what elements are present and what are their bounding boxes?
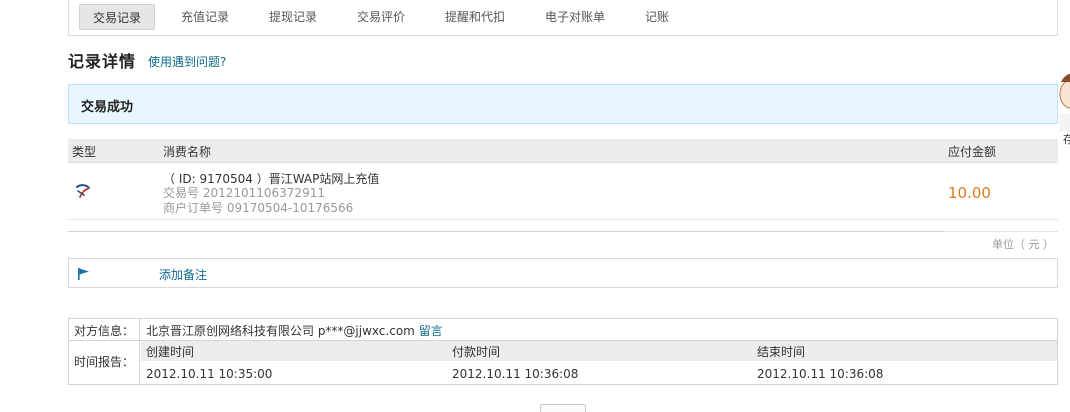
tab-trade-records[interactable]: 交易记录 bbox=[79, 4, 155, 30]
counterparty-text: 北京晋江原创网络科技有限公司 p***@jjwxc.com bbox=[146, 324, 415, 338]
tab-withdraw-records[interactable]: 提现记录 bbox=[255, 4, 331, 30]
created-time-value: 2012.10.11 10:35:00 bbox=[146, 367, 273, 381]
top-tab-bar: 交易记录 充值记录 提现记录 交易评价 提醒和代扣 电子对账单 记账 bbox=[68, 0, 1058, 36]
end-time-header: 结束时间 bbox=[757, 345, 806, 359]
paid-time-header: 付款时间 bbox=[452, 345, 501, 359]
created-time-header: 创建时间 bbox=[146, 345, 195, 359]
payment-swoosh-icon bbox=[76, 184, 90, 198]
merchant-order-number: 商户订单号 09170504-10176566 bbox=[163, 201, 354, 215]
header-amount: 应付金额 bbox=[948, 145, 997, 159]
side-label[interactable]: 存 bbox=[1063, 131, 1070, 147]
bottom-button[interactable] bbox=[540, 404, 586, 412]
counterparty-label: 对方信息： bbox=[74, 324, 135, 338]
amount-value: 10.00 bbox=[948, 184, 991, 202]
counterparty-value: 北京晋江原创网络科技有限公司 p***@jjwxc.com 留言 bbox=[146, 322, 443, 339]
time-header-row: 创建时间 付款时间 结束时间 bbox=[141, 341, 1057, 361]
table-row: （ ID: 9170504 ）晋江WAP站网上充值 交易号 2012101106… bbox=[68, 164, 1058, 220]
tab-reminders-deductions[interactable]: 提醒和代扣 bbox=[431, 4, 519, 30]
flag-icon bbox=[78, 268, 89, 280]
info-table: 对方信息： 北京晋江原创网络科技有限公司 p***@jjwxc.com 留言 时… bbox=[68, 318, 1058, 385]
note-box: 添加备注 bbox=[68, 258, 1058, 288]
tab-e-statement[interactable]: 电子对账单 bbox=[531, 4, 619, 30]
paid-time-value: 2012.10.11 10:36:08 bbox=[452, 367, 579, 381]
divider bbox=[944, 231, 1058, 232]
header-name: 消费名称 bbox=[163, 145, 212, 159]
header-type: 类型 bbox=[72, 145, 97, 159]
add-note-link[interactable]: 添加备注 bbox=[159, 266, 207, 283]
status-banner: 交易成功 bbox=[68, 84, 1058, 124]
message-link[interactable]: 留言 bbox=[419, 324, 443, 338]
time-report-label: 时间报告： bbox=[74, 355, 135, 369]
divider bbox=[68, 231, 944, 232]
end-time-value: 2012.10.11 10:36:08 bbox=[757, 367, 884, 381]
tab-trade-reviews[interactable]: 交易评价 bbox=[343, 4, 419, 30]
table-header: 类型 消费名称 应付金额 bbox=[68, 139, 1058, 163]
tab-bookkeeping[interactable]: 记账 bbox=[631, 4, 683, 30]
page-title: 记录详情 bbox=[68, 52, 137, 71]
help-link[interactable]: 使用遇到问题? bbox=[148, 53, 226, 70]
unit-label: 单位（ 元 ） bbox=[992, 238, 1054, 251]
tab-recharge-records[interactable]: 充值记录 bbox=[167, 4, 243, 30]
status-text: 交易成功 bbox=[81, 100, 134, 115]
